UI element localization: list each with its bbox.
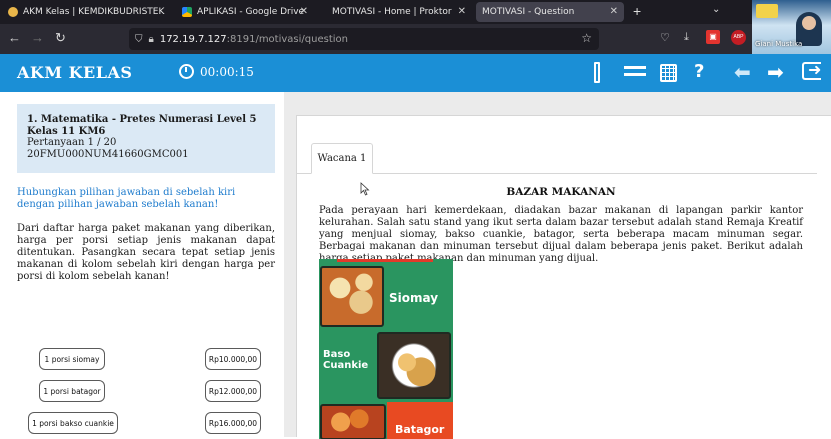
google-drive-icon — [182, 7, 192, 17]
right-option[interactable]: Rp10.000,00 — [205, 348, 261, 370]
article-body: Pada perayaan hari kemerdekaan, diadakan… — [319, 205, 803, 264]
forward-icon[interactable]: → — [31, 30, 44, 45]
close-icon[interactable]: ✕ — [610, 6, 618, 17]
close-icon[interactable]: ✕ — [458, 6, 466, 17]
question-description: Dari daftar harga paket makanan yang dib… — [17, 223, 275, 282]
batagor-image — [320, 404, 386, 439]
browser-nav-bar: ← → ↻ ⛉ 🔒︎ 172.19.7.127:8191/motivasi/qu… — [0, 24, 831, 54]
left-option[interactable]: 1 porsi bakso cuankie — [28, 412, 118, 434]
calculator-icon[interactable] — [660, 64, 677, 82]
food-price-poster: Siomay Baso Cuankie Batagor — [319, 259, 453, 439]
address-bar[interactable]: ⛉ 🔒︎ 172.19.7.127:8191/motivasi/question… — [129, 28, 599, 50]
siomay-image — [320, 266, 384, 327]
back-icon[interactable]: ← — [8, 30, 21, 45]
question-list-icon[interactable] — [594, 62, 600, 83]
adblock-icon[interactable]: ABP — [731, 30, 746, 45]
participant-face — [802, 16, 816, 30]
question-info-card: 1. Matematika - Pretes Numerasi Level 5 … — [17, 104, 275, 173]
article-title: BAZAR MAKANAN — [506, 186, 616, 198]
question-instruction: Hubungkan pilihan jawaban di sebelah kir… — [17, 187, 236, 210]
browser-tab-bar: AKM Kelas | KEMDIKBUDRISTEK APLIKASI - G… — [0, 0, 831, 24]
close-icon[interactable]: ✕ — [300, 6, 308, 17]
chevron-down-icon[interactable]: ⌄ — [712, 4, 720, 15]
right-option[interactable]: Rp12.000,00 — [205, 380, 261, 402]
logo — [756, 4, 778, 18]
browser-tab-active[interactable]: MOTIVASI - Question ✕ — [476, 2, 624, 22]
pocket-icon[interactable]: ♡ — [660, 31, 670, 44]
stimulus-card: Wacana 1 BAZAR MAKANAN Pada perayaan har… — [296, 115, 831, 439]
question-panel: 1. Matematika - Pretes Numerasi Level 5 … — [0, 92, 284, 437]
shield-icon[interactable]: ⛉ — [135, 34, 143, 45]
left-option[interactable]: 1 porsi siomay — [39, 348, 105, 370]
browser-tab-label: MOTIVASI - Home | Proktor — [332, 7, 452, 17]
poster-label-baso-line1: Baso — [323, 349, 351, 360]
poster-label-baso: Baso Cuankie — [323, 349, 368, 371]
tab-divider — [297, 173, 817, 174]
timer-value: 00:00:15 — [200, 64, 254, 79]
next-arrow-icon[interactable]: ➡ — [767, 60, 784, 85]
previous-arrow-icon[interactable]: ⬅ — [734, 60, 751, 85]
app-header: AKM KELAS 00:00:15 ? ⬅ ➡ ➜ — [0, 54, 831, 92]
url-path: :8191/motivasi/question — [226, 33, 348, 45]
url-host: 172.19.7.127 — [159, 33, 227, 45]
question-number: Pertanyaan 1 / 20 — [27, 137, 117, 148]
question-code: 20FMU000NUM41660GMC001 — [27, 148, 189, 160]
browser-tab[interactable]: APLIKASI - Google Drive ✕ — [176, 2, 314, 22]
clock-icon — [179, 64, 194, 79]
baso-cuankie-image — [377, 332, 451, 399]
help-icon[interactable]: ? — [694, 61, 704, 82]
browser-tab[interactable]: MOTIVASI - Home | Proktor ✕ — [326, 2, 472, 22]
app-title: AKM KELAS — [17, 63, 133, 82]
url-text: 172.19.7.127:8191/motivasi/question — [160, 34, 348, 45]
browser-tab-label: AKM Kelas | KEMDIKBUDRISTEK — [23, 7, 165, 17]
lock-icon[interactable]: 🔒︎ — [149, 34, 154, 45]
font-size-icon[interactable] — [624, 66, 646, 76]
tab-wacana[interactable]: Wacana 1 — [311, 143, 373, 174]
download-icon[interactable]: ⤓ — [684, 31, 689, 44]
browser-tab-label: MOTIVASI - Question — [482, 7, 575, 17]
right-option[interactable]: Rp16.000,00 — [205, 412, 261, 434]
kemdikbud-icon — [8, 7, 18, 17]
extension-icon[interactable]: ▣ — [706, 30, 720, 44]
left-option[interactable]: 1 porsi batagor — [39, 380, 105, 402]
exit-arrow-icon[interactable]: ➜ — [808, 60, 821, 80]
timer: 00:00:15 — [179, 64, 254, 79]
browser-tab-label: APLIKASI - Google Drive — [197, 7, 305, 17]
reload-icon[interactable]: ↻ — [55, 30, 66, 46]
video-call-thumbnail[interactable]: Giani Mustika — [752, 0, 831, 56]
poster-ribbon — [337, 259, 433, 262]
poster-label-siomay: Siomay — [389, 291, 439, 305]
browser-tab[interactable]: AKM Kelas | KEMDIKBUDRISTEK — [2, 2, 172, 22]
question-subject-title: 1. Matematika - Pretes Numerasi Level 5 … — [27, 114, 257, 137]
new-tab-icon[interactable]: + — [633, 3, 641, 19]
bookmark-star-icon[interactable]: ☆ — [581, 31, 592, 45]
poster-label-baso-line2: Cuankie — [323, 360, 369, 371]
participant-name: Giani Mustika — [755, 40, 803, 48]
poster-label-batagor: Batagor — [395, 423, 445, 436]
